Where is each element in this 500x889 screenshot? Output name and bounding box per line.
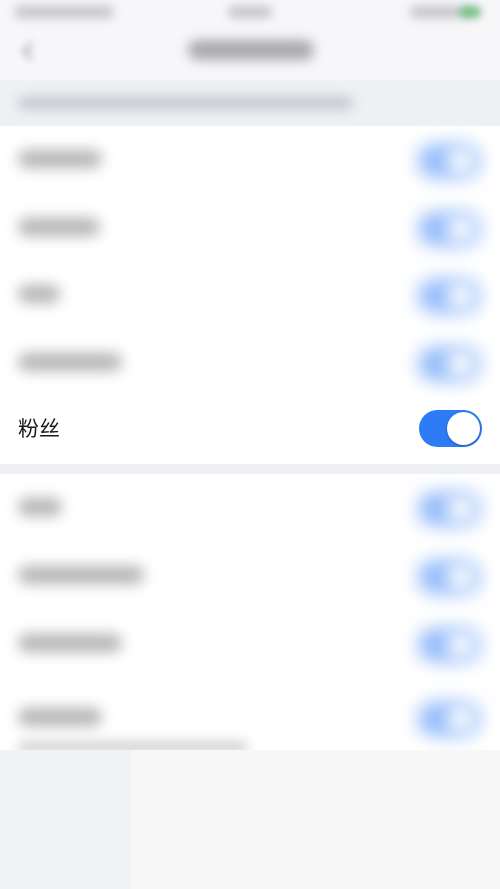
status-bar — [0, 0, 500, 28]
setting-toggle-knob — [446, 704, 476, 734]
setting-toggle-knob — [446, 630, 476, 660]
chevron-left-icon[interactable] — [18, 40, 40, 62]
setting-row-label — [18, 150, 102, 168]
bottom-sheet-overlay — [131, 750, 500, 889]
setting-row-label — [18, 566, 144, 584]
section-header — [0, 80, 500, 126]
setting-row[interactable] — [0, 329, 500, 397]
setting-row-label — [18, 498, 62, 516]
setting-row-label — [18, 708, 102, 726]
fans-toggle-knob — [447, 412, 480, 445]
status-bar-time — [228, 6, 272, 18]
setting-row-label — [18, 285, 60, 303]
section-header-text — [18, 97, 353, 109]
nav-bar — [0, 28, 500, 80]
fans-toggle-switch[interactable] — [419, 410, 482, 447]
setting-row[interactable] — [0, 261, 500, 329]
setting-toggle-knob — [446, 494, 476, 524]
setting-toggle-knob — [446, 146, 476, 176]
page-title — [188, 40, 314, 60]
battery-icon — [460, 7, 480, 17]
setting-row-label — [18, 218, 100, 236]
setting-row-fans[interactable]: 粉丝 — [0, 397, 500, 464]
settings-group-2 — [0, 474, 500, 750]
setting-row[interactable] — [0, 542, 500, 610]
setting-toggle-knob — [446, 349, 476, 379]
setting-toggle-knob — [446, 562, 476, 592]
setting-toggle-knob — [446, 214, 476, 244]
setting-row-label — [18, 634, 122, 652]
setting-row[interactable] — [0, 194, 500, 262]
group-divider — [0, 464, 500, 474]
setting-row-label — [18, 353, 122, 371]
setting-toggle-knob — [446, 281, 476, 311]
bottom-left-area — [0, 750, 131, 889]
setting-row-fans-label: 粉丝 — [18, 417, 60, 441]
setting-row[interactable] — [0, 474, 500, 542]
setting-row[interactable] — [0, 610, 500, 678]
setting-row[interactable] — [0, 126, 500, 194]
status-bar-carrier — [14, 6, 114, 18]
